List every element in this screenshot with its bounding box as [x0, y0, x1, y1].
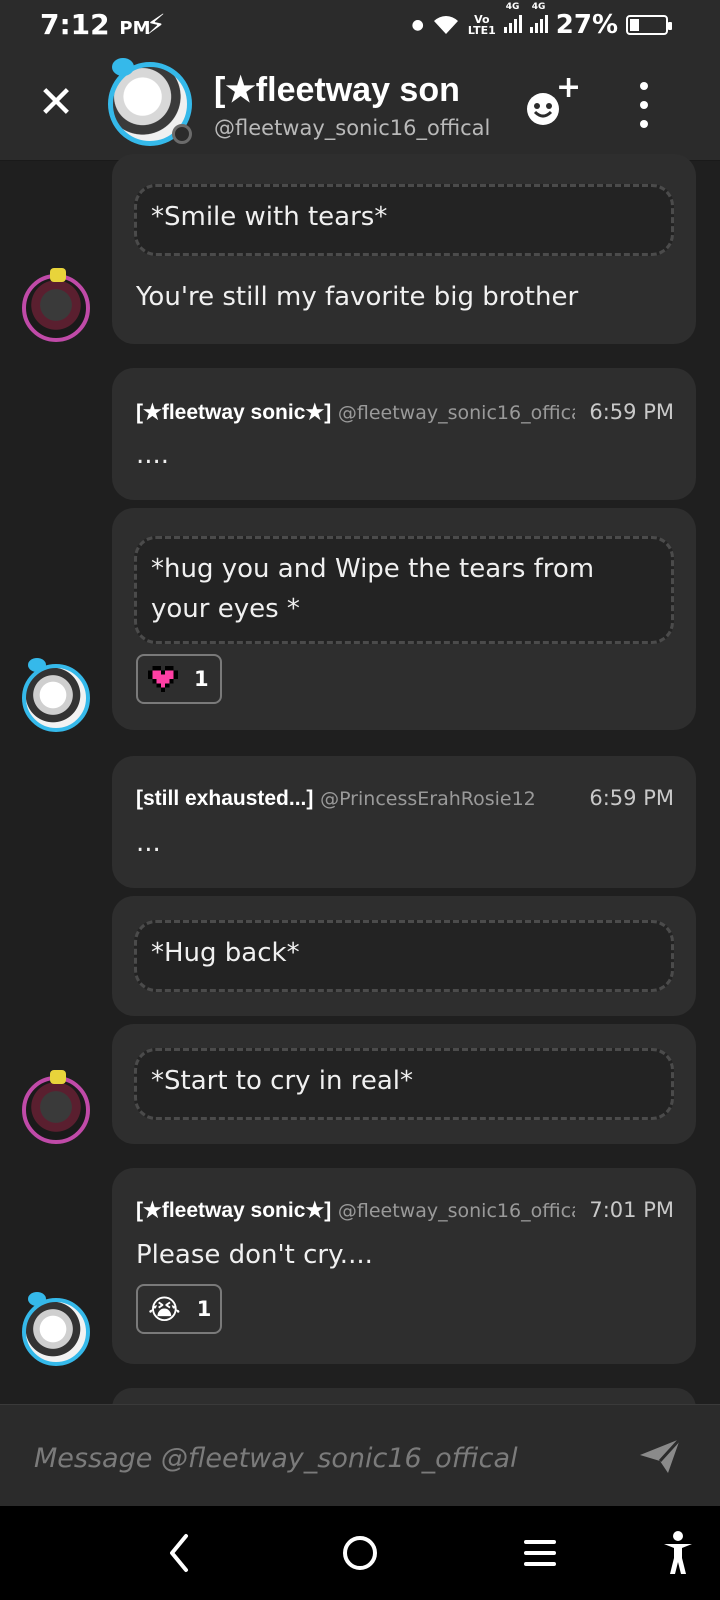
user-avatar[interactable]: [22, 1070, 90, 1144]
message-card[interactable]: *Hug back*: [112, 896, 696, 1016]
message-card[interactable]: [still exhausted...] @PrincessErahRosie1…: [112, 756, 696, 888]
author-handle: @fleetway_sonic16_offical: [337, 1200, 588, 1222]
user-avatar[interactable]: [22, 658, 90, 732]
author-name[interactable]: [still exhausted...]: [136, 787, 313, 810]
roleplay-quote: *Smile with tears*: [134, 184, 674, 256]
chat-header: ✕ [★fleetway son @fleetway_sonic16_offic…: [0, 52, 720, 161]
reaction-count: 1: [194, 667, 209, 691]
timestamp: 6:59 PM: [575, 400, 674, 424]
author-handle: @fleetway_sonic16_offical: [337, 402, 588, 424]
message-card[interactable]: *hug you and Wipe the tears from your ey…: [112, 508, 696, 730]
message-header: [★fleetway sonic★] @fleetway_sonic16_off…: [136, 400, 674, 425]
reaction-count: 1: [196, 1297, 212, 1321]
signal-2: 4G: [529, 2, 548, 40]
pixel-heart-icon: [148, 666, 178, 692]
roleplay-quote: *hug you and Wipe the tears from your ey…: [134, 536, 674, 644]
message-composer: [0, 1404, 720, 1507]
message-text: ....: [136, 440, 170, 470]
avatar-decoration: [112, 58, 134, 76]
message-card[interactable]: *Smile with tears* You're still my favor…: [112, 154, 696, 344]
menu-icon[interactable]: [522, 1528, 558, 1578]
close-button[interactable]: ✕: [36, 78, 76, 128]
message-card[interactable]: *Start to cry in real*: [112, 1024, 696, 1144]
message-header: [★fleetway sonic★] @fleetway_sonic16_off…: [136, 1198, 674, 1223]
status-bar: 7:12 PM ⚡ ● Vo LTE1 4G 4G 27%: [0, 0, 720, 52]
reaction-chip[interactable]: 1: [136, 654, 222, 704]
clock: 7:12 PM: [40, 8, 151, 41]
timestamp: 7:01 PM: [575, 1198, 674, 1222]
message-header: [still exhausted...] @PrincessErahRosie1…: [136, 786, 674, 811]
timestamp: 6:59 PM: [575, 786, 674, 810]
crying-face-icon: 😭: [148, 1292, 181, 1326]
author-handle: @PrincessErahRosie12: [320, 788, 536, 810]
dot-icon: ●: [411, 17, 424, 33]
message-text: You're still my favorite big brother: [136, 282, 579, 312]
send-icon[interactable]: [636, 1435, 684, 1477]
user-avatar[interactable]: [22, 268, 90, 342]
signal-1: 4G: [503, 2, 522, 40]
battery-icon: [626, 15, 672, 35]
chat-handle: @fleetway_sonic16_offical: [214, 116, 491, 140]
home-icon[interactable]: [340, 1528, 380, 1578]
roleplay-quote: *Start to cry in real*: [134, 1048, 674, 1120]
smiley-icon: [527, 93, 559, 125]
lte-label: LTE1: [467, 24, 496, 37]
plus-icon: +: [556, 70, 582, 105]
roleplay-quote: *Hug back*: [134, 920, 674, 992]
message-card[interactable]: [★fleetway sonic★] @fleetway_sonic16_off…: [112, 1168, 696, 1364]
more-options-button[interactable]: [634, 82, 654, 128]
offline-status-dot: [172, 124, 192, 144]
message-text: Please don't cry....: [136, 1240, 373, 1270]
back-icon[interactable]: [164, 1528, 194, 1578]
battery-percent: 27%: [555, 10, 618, 40]
lightning-icon: ⚡: [146, 8, 166, 41]
message-text: ...: [136, 828, 161, 858]
wifi-icon: [433, 16, 458, 34]
user-avatar[interactable]: [22, 1292, 90, 1366]
author-name[interactable]: [★fleetway sonic★]: [136, 1199, 331, 1222]
message-input[interactable]: [32, 1435, 596, 1481]
reaction-chip[interactable]: 😭 1: [136, 1284, 222, 1334]
system-nav-bar: [0, 1506, 720, 1600]
add-reaction-button[interactable]: +: [526, 70, 582, 130]
chat-title[interactable]: [★fleetway son: [214, 70, 474, 110]
author-name[interactable]: [★fleetway sonic★]: [136, 401, 331, 424]
message-card[interactable]: [★fleetway sonic★] @fleetway_sonic16_off…: [112, 368, 696, 500]
accessibility-icon[interactable]: [660, 1528, 696, 1578]
